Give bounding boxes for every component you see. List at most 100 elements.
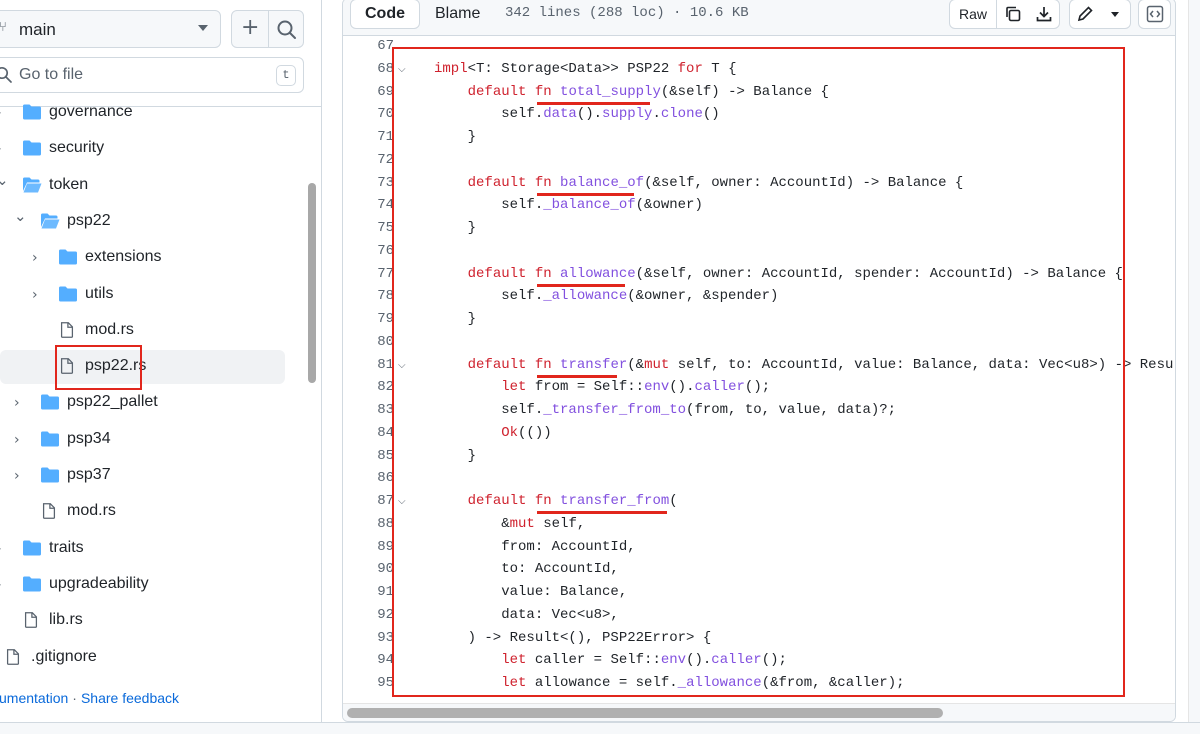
chevron-right-icon[interactable]: › (14, 468, 20, 484)
raw-button[interactable]: Raw (950, 0, 997, 28)
line-number[interactable]: 68 (343, 58, 394, 81)
tree-item-label: lib.rs (49, 611, 83, 629)
share-feedback-link[interactable]: Share feedback (81, 690, 179, 706)
folder-icon (22, 539, 42, 557)
tree-file[interactable]: psp22.rs (0, 350, 285, 385)
chevron-right-icon[interactable]: › (0, 105, 2, 121)
line-number[interactable]: 72 (343, 149, 394, 172)
tree-folder[interactable]: › upgradeability (0, 568, 300, 602)
chevron-down-icon[interactable]: ⌄ (0, 171, 9, 189)
line-number[interactable]: 86 (343, 467, 394, 490)
line-number[interactable]: 81 (343, 354, 394, 377)
tree-actions: + (231, 10, 304, 48)
folder-icon (58, 248, 78, 266)
go-to-file-placeholder: Go to file (19, 66, 84, 83)
go-to-file-input[interactable]: Go to file t (0, 57, 304, 93)
symbols-panel-button[interactable] (1138, 0, 1171, 29)
chevron-right-icon[interactable]: › (0, 141, 2, 157)
add-file-button[interactable]: + (241, 15, 259, 40)
raw-actions: Raw (948, 0, 1060, 29)
footer-separator: · (72, 690, 77, 706)
tree-item-label: security (49, 139, 105, 157)
edit-menu-button[interactable] (1100, 0, 1130, 28)
line-number[interactable]: 94 (343, 649, 394, 672)
copy-button[interactable] (997, 0, 1028, 28)
tree-item-label: psp22_pallet (67, 393, 158, 411)
folder-icon (40, 430, 60, 448)
page-edge (1188, 0, 1200, 722)
line-number[interactable]: 80 (343, 331, 394, 354)
line-number[interactable]: 90 (343, 558, 394, 581)
shortcut-key: t (276, 65, 296, 86)
line-number[interactable]: 95 (343, 672, 394, 695)
file-icon (40, 502, 60, 520)
sidebar-scrollbar[interactable] (308, 183, 316, 383)
folder-icon (22, 575, 42, 593)
chevron-right-icon[interactable]: › (32, 287, 38, 303)
line-number[interactable]: 87 (343, 490, 394, 513)
documentation-link[interactable]: cumentation (0, 690, 68, 706)
file-icon (4, 648, 24, 666)
line-number[interactable]: 89 (343, 536, 394, 559)
line-number[interactable]: 82 (343, 376, 394, 399)
folder-open-icon (40, 212, 60, 230)
tree-folder[interactable]: › psp22_pallet (0, 386, 300, 420)
chevron-down-icon[interactable]: ⌄ (14, 207, 27, 225)
line-number[interactable]: 71 (343, 126, 394, 149)
line-number[interactable]: 69 (343, 81, 394, 104)
line-number[interactable]: 91 (343, 581, 394, 604)
tree-folder[interactable]: ⌄ psp22 (0, 205, 300, 239)
folder-icon (40, 466, 60, 484)
line-number[interactable]: 74 (343, 194, 394, 217)
line-number[interactable]: 70 (343, 103, 394, 126)
tree-file[interactable]: mod.rs (0, 314, 300, 348)
tree-folder[interactable]: › utils (0, 278, 300, 312)
line-number[interactable]: 76 (343, 240, 394, 263)
tree-item-label: upgradeability (49, 574, 149, 592)
edit-button[interactable] (1070, 0, 1100, 28)
search-icon[interactable] (276, 19, 298, 41)
tree-file[interactable]: mod.rs (0, 495, 300, 529)
line-number[interactable]: 84 (343, 422, 394, 445)
tree-file[interactable]: .gitignore (0, 641, 300, 675)
tree-item-label: governance (49, 103, 133, 120)
line-number[interactable]: 85 (343, 445, 394, 468)
line-number[interactable]: 83 (343, 399, 394, 422)
tab-blame[interactable]: Blame (420, 0, 495, 29)
branch-selector[interactable]: ⑂ main (0, 10, 221, 48)
line-number[interactable]: 78 (343, 285, 394, 308)
chevron-right-icon[interactable]: › (0, 577, 2, 593)
tree-folder[interactable]: › psp37 (0, 459, 300, 493)
tree-item-label: token (49, 175, 89, 193)
tree-folder[interactable]: › psp34 (0, 423, 300, 457)
tab-code[interactable]: Code (350, 0, 420, 29)
line-number[interactable]: 73 (343, 172, 394, 195)
line-number[interactable]: 75 (343, 217, 394, 240)
line-number[interactable]: 79 (343, 308, 394, 331)
tree-folder[interactable]: › security (0, 132, 300, 166)
line-number[interactable]: 92 (343, 604, 394, 627)
edit-actions (1069, 0, 1131, 29)
chevron-right-icon[interactable]: › (32, 250, 38, 266)
branch-name: main (19, 20, 56, 39)
chevron-right-icon[interactable]: › (0, 541, 2, 557)
divider (268, 11, 269, 47)
download-button[interactable] (1028, 0, 1059, 28)
view-toggle: Code Blame (350, 0, 495, 29)
copy-icon (1005, 6, 1020, 22)
chevron-right-icon[interactable]: › (14, 432, 20, 448)
tree-folder[interactable]: › governance (0, 96, 300, 130)
line-number[interactable]: 93 (343, 627, 394, 650)
line-number[interactable]: 67 (343, 35, 394, 58)
page-bottom-bar (0, 722, 1200, 734)
horizontal-scrollbar[interactable] (347, 708, 943, 718)
tree-folder[interactable]: › traits (0, 532, 300, 566)
code-view: Code Blame 342 lines (288 loc) · 10.6 KB… (322, 0, 1200, 722)
tree-folder[interactable]: ⌄ token (0, 169, 300, 203)
line-number[interactable]: 77 (343, 263, 394, 286)
tree-file[interactable]: lib.rs (0, 604, 300, 638)
tree-folder[interactable]: › extensions (0, 241, 300, 275)
line-number[interactable]: 88 (343, 513, 394, 536)
chevron-right-icon[interactable]: › (14, 395, 20, 411)
folder-open-icon (22, 176, 42, 194)
